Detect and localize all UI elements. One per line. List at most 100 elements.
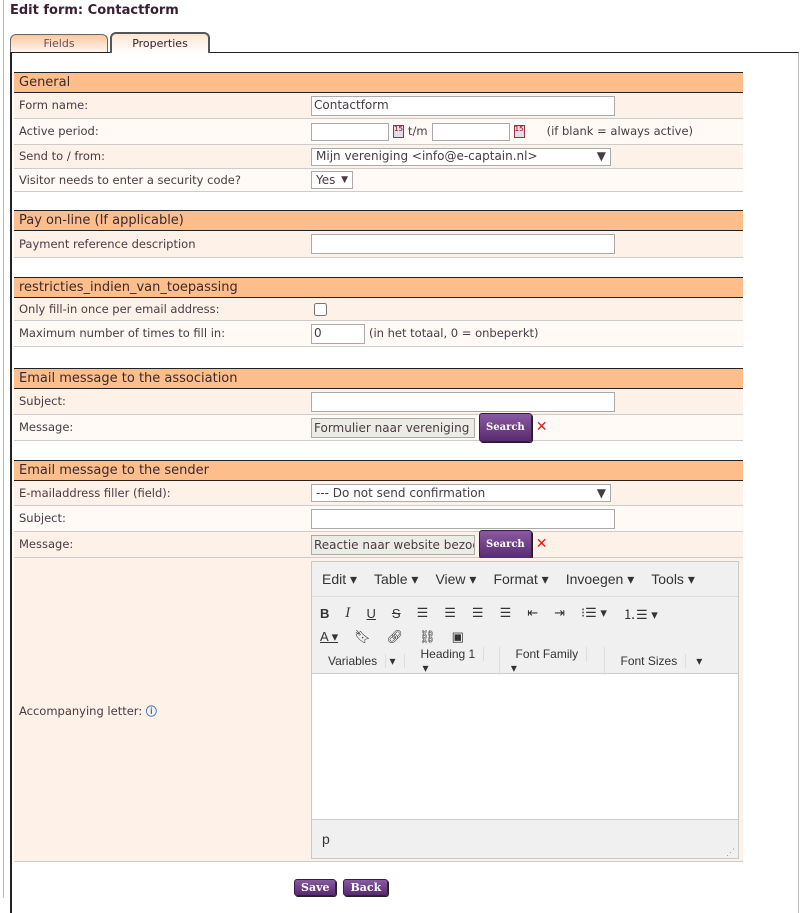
section-header: Pay on-line (If applicable) — [14, 210, 743, 231]
bookmark-icon[interactable]: 🔖︎ — [354, 629, 371, 645]
assoc-subject-input[interactable] — [311, 391, 615, 412]
form-name-label: Form name: — [19, 98, 89, 112]
assoc-message-field[interactable]: Formulier naar vereniging — [311, 417, 475, 438]
info-icon[interactable]: ⓘ — [146, 705, 157, 718]
heading-label: Heading 1 — [412, 647, 485, 661]
font-sizes-label: Font Sizes — [612, 654, 687, 668]
rich-text-editor: Edit ▾ Table ▾ View ▾ Format ▾ Invoegen … — [311, 561, 739, 859]
letter-label-text: Accompanying letter: — [19, 704, 143, 718]
menu-invoegen[interactable]: Invoegen ▾ — [566, 571, 635, 588]
text-color-icon[interactable]: A ▾ — [320, 629, 338, 645]
align-right-icon[interactable]: ☰ — [472, 605, 484, 621]
security-row: Visitor needs to enter a security code? … — [14, 169, 743, 192]
tab-properties[interactable]: Properties — [110, 32, 210, 53]
image-icon[interactable]: ▣ — [452, 629, 464, 645]
dropdown-arrow-icon: ▼ — [596, 486, 606, 500]
bold-icon[interactable]: B — [320, 606, 329, 621]
clear-icon[interactable]: ✕ — [536, 415, 548, 440]
end-date-input[interactable] — [431, 122, 510, 141]
security-label: Visitor needs to enter a security code? — [19, 173, 241, 187]
tab-fields[interactable]: Fields — [10, 34, 108, 52]
calendar-icon[interactable]: 15 — [513, 125, 525, 138]
start-date-input[interactable] — [311, 122, 389, 141]
variables-dropdown[interactable]: Variables ▾ — [312, 654, 405, 668]
page-title: Edit form: Contactform — [10, 3, 179, 18]
editor-content[interactable] — [312, 674, 738, 824]
sender-subject-row: Subject: — [14, 506, 743, 532]
message-label: Message: — [19, 537, 74, 551]
dropdown-arrow-icon: ▼ — [341, 175, 348, 185]
menu-label: Format — [493, 570, 538, 587]
message-label: Message: — [19, 420, 74, 434]
clear-icon[interactable]: ✕ — [536, 532, 548, 557]
section-assoc: Email message to the association Subject… — [14, 368, 743, 442]
filler-value: --- Do not send confirmation — [316, 486, 486, 500]
menu-label: Table — [374, 570, 408, 587]
menu-table[interactable]: Table ▾ — [374, 571, 418, 588]
section-sender: Email message to the sender E-mailaddres… — [14, 460, 743, 862]
subject-label: Subject: — [19, 511, 66, 525]
justify-icon[interactable]: ☰ — [500, 605, 512, 621]
outdent-icon[interactable]: ⇤ — [527, 605, 538, 621]
once-row: Only fill-in once per email address: — [14, 298, 743, 321]
tab-divider — [206, 52, 796, 53]
security-value: Yes — [316, 173, 336, 187]
align-left-icon[interactable]: ☰ — [417, 605, 429, 621]
left-border — [3, 0, 4, 898]
section-header: restricties_indien_van_toepassing — [14, 277, 743, 298]
letter-row: Accompanying letter: ⓘ Edit ▾ Table ▾ Vi… — [14, 558, 743, 862]
section-header: Email message to the association — [14, 368, 743, 389]
bullet-list-icon[interactable]: ⁝☰ ▾ — [581, 605, 607, 621]
section-header: Email message to the sender — [14, 460, 743, 481]
section-general: General Form name: Active period: 15 t/m 1… — [14, 72, 743, 192]
font-family-dropdown[interactable]: Font Family ▾ — [500, 647, 605, 675]
sender-subject-input[interactable] — [311, 508, 615, 529]
numbered-list-icon[interactable]: ⒈☰ ▾ — [623, 604, 658, 623]
editor-format-bar: Variables ▾ Heading 1 ▾ Font Family ▾ Fo… — [312, 647, 738, 675]
send-select[interactable]: Mijn vereniging <info@e-captain.nl> ▼ — [311, 147, 611, 166]
search-button[interactable]: Search — [479, 413, 532, 442]
assoc-message-row: Message: Formulier naar vereniging Search… — [14, 413, 743, 442]
assoc-subject-row: Subject: — [14, 389, 743, 415]
align-center-icon[interactable]: ☰ — [444, 605, 456, 621]
menu-view[interactable]: View ▾ — [435, 571, 476, 588]
payment-label: Payment reference description — [19, 237, 196, 251]
indent-icon[interactable]: ⇥ — [554, 605, 565, 621]
italic-icon[interactable]: I — [345, 606, 350, 621]
calendar-icon[interactable]: 15 — [393, 125, 404, 138]
strikethrough-icon[interactable]: S — [392, 606, 401, 621]
filler-select[interactable]: --- Do not send confirmation ▼ — [311, 484, 611, 502]
menu-label: Edit — [322, 570, 347, 587]
font-sizes-dropdown[interactable]: Font Sizes ▾ — [605, 654, 711, 668]
tm-label: t/m — [408, 124, 428, 138]
section-pay: Pay on-line (If applicable) Payment refe… — [14, 210, 743, 258]
menu-edit[interactable]: Edit ▾ — [322, 571, 357, 588]
sender-message-field[interactable]: Reactie naar website bezoeker — [311, 534, 475, 555]
active-period-label: Active period: — [19, 124, 99, 138]
resize-handle-icon[interactable]: ⋰ — [726, 846, 735, 858]
filler-label: E-mailaddress filler (field): — [19, 486, 171, 500]
security-select[interactable]: Yes ▼ — [311, 171, 353, 189]
payment-reference-input[interactable] — [311, 234, 615, 254]
underline-icon[interactable]: U — [367, 606, 376, 621]
save-button[interactable]: Save — [294, 879, 337, 896]
max-input[interactable] — [311, 323, 365, 344]
send-label: Send to / from: — [19, 149, 105, 163]
menu-tools[interactable]: Tools ▾ — [651, 571, 695, 588]
unlink-icon[interactable]: ⛓︎ — [419, 629, 436, 645]
back-button[interactable]: Back — [343, 879, 389, 896]
heading-dropdown[interactable]: Heading 1 ▾ — [405, 647, 500, 675]
menu-format[interactable]: Format ▾ — [493, 571, 548, 588]
dropdown-arrow-icon: ▼ — [596, 149, 606, 163]
section-restrictions: restricties_indien_van_toepassing Only f… — [14, 277, 743, 347]
search-button[interactable]: Search — [479, 530, 532, 559]
subject-label: Subject: — [19, 394, 66, 408]
send-value: Mijn vereniging <info@e-captain.nl> — [316, 149, 538, 163]
form-name-row: Form name: — [14, 93, 743, 119]
max-hint: (in het totaal, 0 = onbeperkt) — [369, 326, 539, 340]
send-row: Send to / from: Mijn vereniging <info@e-… — [14, 145, 743, 169]
once-checkbox[interactable] — [314, 302, 327, 316]
form-actions: Save Back — [294, 879, 389, 896]
link-icon[interactable]: 🔗︎ — [387, 629, 404, 645]
form-name-input[interactable] — [311, 95, 615, 116]
